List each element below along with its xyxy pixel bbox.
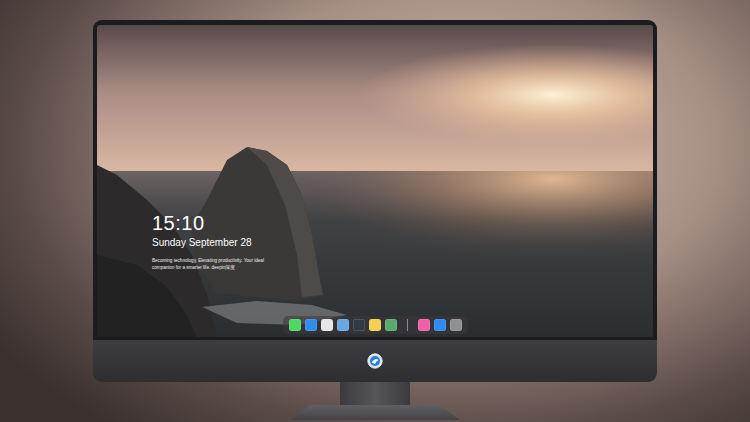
dock-app-icon[interactable] xyxy=(418,319,430,331)
dock-app-icon[interactable] xyxy=(434,319,446,331)
monitor-chin xyxy=(93,340,657,382)
monitor-bezel: 15:10Sunday September 28 Becoming technol… xyxy=(93,20,657,340)
desktop-mockup: 15:10Sunday September 28 Becoming technol… xyxy=(0,0,750,422)
monitor-screen: 15:10Sunday September 28 Becoming technol… xyxy=(97,25,653,337)
dock-app-icon[interactable] xyxy=(353,319,365,331)
dock-app-icon[interactable] xyxy=(337,319,349,331)
dock-app-icon[interactable] xyxy=(289,319,301,331)
monitor-stand-neck xyxy=(340,382,410,405)
dock-app-icon[interactable] xyxy=(305,319,317,331)
dock-app-icon[interactable] xyxy=(385,319,397,331)
lock-tagline: Becoming technology, Elevating productiv… xyxy=(152,258,274,272)
dock-app-icon[interactable] xyxy=(321,319,333,331)
dock-app-icon[interactable] xyxy=(369,319,381,331)
dock-app-icon[interactable] xyxy=(450,319,462,331)
dock-divider xyxy=(407,319,408,331)
lock-time: 15:10 xyxy=(152,212,653,235)
lock-screen: 15:10Sunday September 28 Becoming technol… xyxy=(97,25,653,337)
dock xyxy=(283,316,468,334)
wallpaper-photo xyxy=(97,25,653,337)
deepin-logo-icon xyxy=(367,353,383,369)
lock-date: Sunday September 28 xyxy=(152,236,653,249)
monitor-stand-base xyxy=(290,405,460,420)
